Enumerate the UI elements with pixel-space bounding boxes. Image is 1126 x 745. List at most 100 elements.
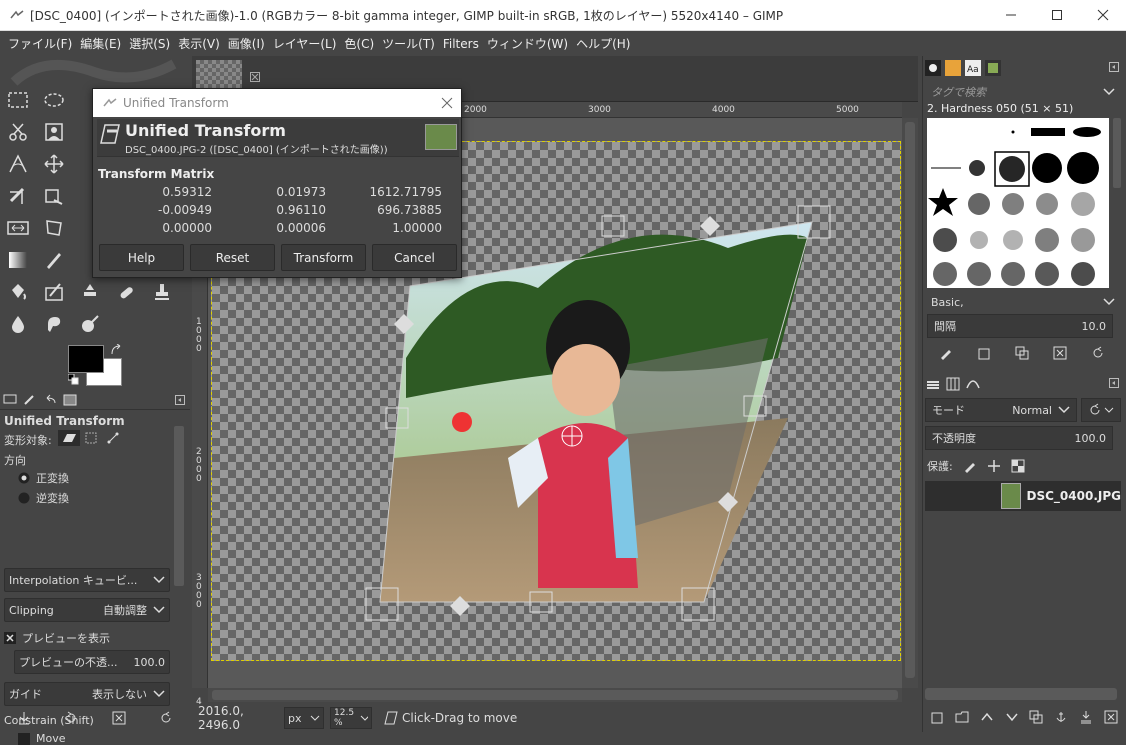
new-layer-group-icon[interactable] xyxy=(955,710,969,724)
device-status-tab-icon[interactable] xyxy=(20,390,40,410)
show-preview-checkbox[interactable]: プレビューを表示 xyxy=(4,630,110,646)
brush-preset-combo[interactable]: Basic, xyxy=(925,290,1121,314)
patterns-tab-icon[interactable] xyxy=(945,60,961,76)
dialog-close-icon[interactable] xyxy=(441,97,453,109)
gradient-icon[interactable] xyxy=(4,246,32,274)
menu-edit[interactable]: 編集(E) xyxy=(76,35,125,52)
images-tab-icon[interactable] xyxy=(60,390,80,410)
tool-options-scrollbar[interactable] xyxy=(174,426,184,586)
brush-grid-scrollbar[interactable] xyxy=(1113,118,1121,188)
menu-view[interactable]: 表示(V) xyxy=(174,35,224,52)
layers-scrollbar[interactable] xyxy=(925,688,1117,700)
close-icon[interactable] xyxy=(1080,0,1126,31)
delete-layer-icon[interactable] xyxy=(1104,710,1118,724)
transform-button[interactable]: Transform xyxy=(281,244,366,271)
lock-pixels-icon[interactable] xyxy=(963,459,977,473)
close-tab-icon[interactable] xyxy=(250,72,260,82)
interpolation-combo[interactable]: Interpolation キュービ... xyxy=(4,568,170,592)
constrain-move-checkbox[interactable]: Move xyxy=(18,732,66,745)
menu-windows[interactable]: ウィンドウ(W) xyxy=(483,35,572,52)
edit-brush-icon[interactable] xyxy=(939,346,953,360)
maximize-icon[interactable] xyxy=(1034,0,1080,31)
duplicate-layer-icon[interactable] xyxy=(1029,710,1043,724)
ellipse-select-icon[interactable] xyxy=(40,86,68,114)
preview-opacity-slider[interactable]: プレビューの不透... 100.0 xyxy=(14,650,170,674)
blur-icon[interactable] xyxy=(4,310,32,338)
smudge-icon[interactable] xyxy=(40,310,68,338)
clone-icon[interactable] xyxy=(76,278,104,306)
guide-combo[interactable]: ガイド 表示しない xyxy=(4,682,170,706)
help-button[interactable]: Help xyxy=(99,244,184,271)
layer-mode-switch[interactable] xyxy=(1081,398,1121,422)
vertical-scrollbar[interactable] xyxy=(902,118,918,688)
rotate-icon[interactable] xyxy=(40,182,68,210)
menu-tools[interactable]: ツール(T) xyxy=(378,35,439,52)
swap-colors-icon[interactable] xyxy=(110,344,122,356)
merge-layer-icon[interactable] xyxy=(1079,710,1093,724)
delete-options-icon[interactable] xyxy=(112,711,126,725)
lock-alpha-icon[interactable] xyxy=(1011,459,1025,473)
foreground-color-swatch[interactable] xyxy=(68,345,104,373)
document-history-tab-icon[interactable] xyxy=(985,60,1001,76)
fonts-tab-icon[interactable]: Aa xyxy=(965,60,981,76)
measure-icon[interactable] xyxy=(4,150,32,178)
scissors-icon[interactable] xyxy=(4,118,32,146)
refresh-brushes-icon[interactable] xyxy=(1091,346,1105,360)
panel-menu-icon[interactable] xyxy=(1109,378,1119,388)
brush-grid[interactable] xyxy=(927,118,1109,288)
tag-search-field[interactable]: タグで検索 xyxy=(925,80,1121,104)
channels-tab-icon[interactable] xyxy=(945,376,961,392)
restore-options-icon[interactable] xyxy=(64,711,78,725)
menu-select[interactable]: 選択(S) xyxy=(125,35,174,52)
menu-color[interactable]: 色(C) xyxy=(340,35,378,52)
new-brush-icon[interactable] xyxy=(977,346,991,360)
cage-transform-icon[interactable] xyxy=(40,214,68,242)
duplicate-brush-icon[interactable] xyxy=(1015,346,1029,360)
panel-menu-icon[interactable] xyxy=(1109,62,1119,72)
paths-tab-icon[interactable] xyxy=(965,376,981,392)
tool-options-tab-icon[interactable] xyxy=(0,390,20,410)
direction-forward-radio[interactable]: 正変換 xyxy=(18,470,69,486)
layers-tab-icon[interactable] xyxy=(925,376,941,392)
layer-row[interactable]: DSC_0400.JPG xyxy=(925,481,1121,511)
lock-position-icon[interactable] xyxy=(987,459,1001,473)
menu-layer[interactable]: レイヤー(L) xyxy=(269,35,341,52)
crop-icon[interactable] xyxy=(4,182,32,210)
direction-backward-radio[interactable]: 逆変換 xyxy=(18,490,69,506)
cancel-button[interactable]: Cancel xyxy=(372,244,457,271)
menu-filters[interactable]: Filters xyxy=(439,37,483,51)
panel-menu-icon[interactable] xyxy=(170,390,190,410)
stamp-icon[interactable] xyxy=(148,278,176,306)
layer-mode-combo[interactable]: モード Normal xyxy=(925,398,1077,422)
minimize-icon[interactable] xyxy=(988,0,1034,31)
move-icon[interactable] xyxy=(40,150,68,178)
brush-spacing-slider[interactable]: 間隔 10.0 xyxy=(927,314,1113,338)
layer-name[interactable]: DSC_0400.JPG xyxy=(1027,489,1121,503)
rect-select-icon[interactable] xyxy=(4,86,32,114)
layer-opacity-slider[interactable]: 不透明度 100.0 xyxy=(925,426,1113,450)
heal-icon[interactable] xyxy=(112,278,140,306)
mypaint-brush-icon[interactable] xyxy=(40,278,68,306)
menu-help[interactable]: ヘルプ(H) xyxy=(572,35,634,52)
horizontal-scrollbar[interactable] xyxy=(208,688,902,702)
zoom-combo[interactable]: 12.5 % xyxy=(330,707,372,729)
delete-brush-icon[interactable] xyxy=(1053,346,1067,360)
dodge-burn-icon[interactable] xyxy=(76,310,104,338)
raise-layer-icon[interactable] xyxy=(980,710,994,724)
default-colors-icon[interactable] xyxy=(68,374,80,386)
unit-combo[interactable]: px xyxy=(284,707,324,729)
brushes-tab-icon[interactable] xyxy=(925,60,941,76)
save-options-icon[interactable] xyxy=(17,711,31,725)
flip-icon[interactable] xyxy=(4,214,32,242)
pencil-icon[interactable] xyxy=(40,246,68,274)
undo-history-tab-icon[interactable] xyxy=(40,390,60,410)
anchor-layer-icon[interactable] xyxy=(1054,710,1068,724)
bucket-fill-icon[interactable] xyxy=(4,278,32,306)
new-layer-icon[interactable] xyxy=(930,710,944,724)
clipping-combo[interactable]: Clipping 自動調整 xyxy=(4,598,170,622)
lower-layer-icon[interactable] xyxy=(1005,710,1019,724)
reset-button[interactable]: Reset xyxy=(190,244,275,271)
menu-file[interactable]: ファイル(F) xyxy=(4,35,76,52)
reset-options-icon[interactable] xyxy=(159,711,173,725)
foreground-select-icon[interactable] xyxy=(40,118,68,146)
